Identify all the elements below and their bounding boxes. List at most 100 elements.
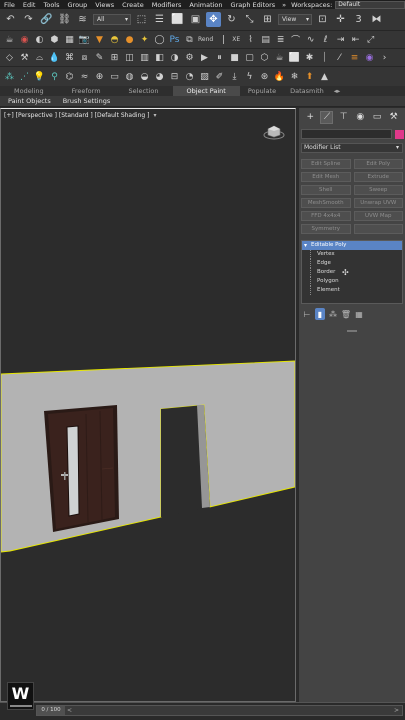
select-object-icon[interactable]: ⬚: [134, 12, 149, 27]
next-frame-icon[interactable]: >: [394, 706, 399, 715]
render-camera-icon[interactable]: 📷: [78, 33, 91, 46]
time-slider-thumb[interactable]: 0 / 100: [37, 706, 65, 715]
select-by-name-icon[interactable]: ☰: [152, 12, 167, 27]
rotate-icon[interactable]: ↻: [224, 12, 239, 27]
menu-views[interactable]: Views: [91, 1, 118, 9]
ribbon-options-icon[interactable]: ◂▸: [330, 86, 345, 96]
render-label[interactable]: Rend: [198, 36, 213, 43]
object-name-field[interactable]: [301, 129, 392, 139]
menu-overflow-button[interactable]: »: [279, 1, 289, 9]
play-icon[interactable]: ▶: [198, 51, 211, 64]
chart-icon[interactable]: ▲: [318, 70, 331, 83]
place-icon[interactable]: ⊞: [260, 12, 275, 27]
link-icon[interactable]: 🔗: [39, 12, 54, 27]
panel-icon[interactable]: ▥: [138, 51, 151, 64]
bolt-icon[interactable]: ϟ: [243, 70, 256, 83]
ffd-button[interactable]: FFD 4x4x4: [301, 211, 351, 221]
stack-item-polygon[interactable]: Polygon: [310, 277, 402, 286]
stack-icon[interactable]: ⧈: [78, 51, 91, 64]
teapot-icon[interactable]: ☕: [3, 33, 16, 46]
menu-file[interactable]: File: [0, 1, 19, 9]
material-editor-icon[interactable]: ⬢: [48, 33, 61, 46]
hair-icon[interactable]: ≈: [78, 70, 91, 83]
edit-poly-button[interactable]: Edit Poly: [353, 159, 403, 169]
window-crossing-icon[interactable]: ▣: [188, 12, 203, 27]
scatter-icon[interactable]: ⋰: [18, 70, 31, 83]
scene-explorer-icon[interactable]: ▤: [259, 33, 272, 46]
mirror-icon[interactable]: ⧓: [369, 12, 384, 27]
subtab-brush-settings[interactable]: Brush Settings: [59, 97, 114, 105]
configure-sets-icon[interactable]: ▦: [354, 308, 364, 320]
tab-modeling[interactable]: Modeling: [0, 86, 58, 96]
bridge-icon[interactable]: ⌒: [289, 33, 302, 46]
view-icon[interactable]: ⊟: [168, 70, 181, 83]
vertical-line-icon[interactable]: ⏐: [318, 51, 331, 64]
make-unique-icon[interactable]: ⁂: [328, 308, 338, 320]
box-icon[interactable]: ◫: [123, 51, 136, 64]
gradient-icon[interactable]: ▨: [198, 70, 211, 83]
edit-spline-button[interactable]: Edit Spline: [301, 159, 351, 169]
subtab-paint-objects[interactable]: Paint Objects: [4, 97, 55, 105]
edit-mesh-button[interactable]: Edit Mesh: [301, 172, 351, 182]
rollout-separator[interactable]: [347, 330, 357, 332]
capture-icon[interactable]: ⧉: [183, 33, 196, 46]
tools-icon[interactable]: ⚒: [18, 51, 31, 64]
selection-filter-select[interactable]: All: [93, 14, 131, 25]
sweep-button[interactable]: Sweep: [353, 185, 403, 195]
render-setup-icon[interactable]: ◉: [18, 33, 31, 46]
symmetry-button[interactable]: Symmetry: [301, 224, 351, 234]
star-icon[interactable]: ✱: [303, 51, 316, 64]
tree-icon[interactable]: ⚲: [48, 70, 61, 83]
layer-icon[interactable]: ≣: [274, 33, 287, 46]
scene-render[interactable]: [1, 109, 296, 702]
align-icon[interactable]: ⤓: [228, 70, 241, 83]
tab-object-paint[interactable]: Object Paint: [172, 86, 240, 96]
tab-datasmith[interactable]: Datasmith: [284, 86, 330, 96]
camera-icon[interactable]: ◧: [153, 51, 166, 64]
remove-modifier-icon[interactable]: 🗑: [341, 308, 351, 320]
edit-icon[interactable]: ✐: [213, 70, 226, 83]
unlink-icon[interactable]: ⛓: [57, 12, 72, 27]
sculpt-icon[interactable]: ◒: [138, 70, 151, 83]
material-slate-icon[interactable]: ▦: [63, 33, 76, 46]
cloth-icon[interactable]: ⌬: [63, 70, 76, 83]
funnel-icon[interactable]: ▾: [153, 112, 156, 119]
curve-icon[interactable]: ℓ: [319, 33, 332, 46]
menu-group[interactable]: Group: [64, 1, 92, 9]
snap-toggle-icon[interactable]: 3: [351, 12, 366, 27]
tab-selection[interactable]: Selection: [115, 86, 173, 96]
plugin-icon[interactable]: ◉: [363, 51, 376, 64]
fire-icon[interactable]: 🔥: [273, 70, 286, 83]
render-frame-icon[interactable]: ◐: [33, 33, 46, 46]
meshsmooth-button[interactable]: MeshSmooth: [301, 198, 351, 208]
stop-icon[interactable]: ■: [228, 51, 241, 64]
vray-ps-icon[interactable]: Ps: [168, 33, 181, 46]
redo-icon[interactable]: ↷: [21, 12, 36, 27]
particle-icon[interactable]: ⁂: [3, 70, 16, 83]
uvw-map-button[interactable]: UVW Map: [353, 211, 403, 221]
globe-icon[interactable]: ⊛: [258, 70, 271, 83]
shade-icon[interactable]: ◕: [153, 70, 166, 83]
omni-light-icon[interactable]: ✦: [138, 33, 151, 46]
pause-icon[interactable]: ⏸: [213, 51, 226, 64]
drop-icon[interactable]: 💧: [48, 51, 61, 64]
sun-icon[interactable]: ◓: [108, 33, 121, 46]
material-ball-icon[interactable]: ◑: [168, 51, 181, 64]
arrow-right-icon[interactable]: ›: [378, 51, 391, 64]
stack-item-edge[interactable]: Edge: [310, 259, 402, 268]
rect-selection-icon[interactable]: ⬜: [170, 12, 185, 27]
perspective-viewport[interactable]: [+] [Perspective ] [Standard ] [Default …: [0, 108, 296, 702]
sphere-icon[interactable]: ◯: [153, 33, 166, 46]
pivot-center-icon[interactable]: ⊡: [315, 12, 330, 27]
viewport-label[interactable]: [+] [Perspective ] [Standard ] [Default …: [4, 112, 156, 119]
select-manipulate-icon[interactable]: ✛: [333, 12, 348, 27]
extrude-button[interactable]: Extrude: [353, 172, 403, 182]
pin-icon[interactable]: ⬆: [303, 70, 316, 83]
cube-icon[interactable]: ⬜: [288, 51, 301, 64]
time-slider[interactable]: 0 / 100 < >: [36, 705, 403, 716]
viewcube-icon[interactable]: [263, 122, 285, 140]
lamp-icon[interactable]: ▼: [93, 33, 106, 46]
object-paint-icon[interactable]: ◍: [123, 70, 136, 83]
tone-icon[interactable]: ◔: [183, 70, 196, 83]
modify-tab-icon[interactable]: ⟋: [320, 110, 334, 124]
